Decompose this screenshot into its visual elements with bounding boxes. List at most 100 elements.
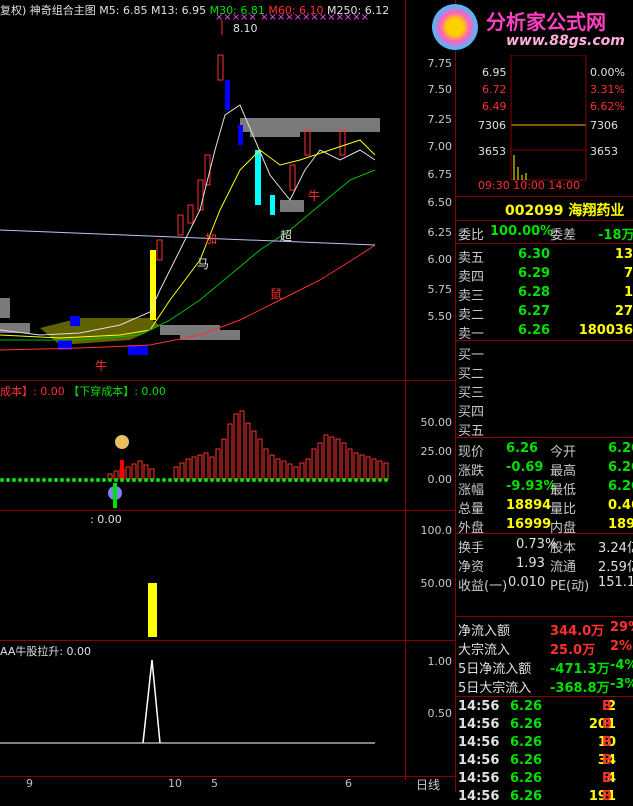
ask-row[interactable]: 卖五 6.30 13 [458,245,633,266]
stock-name: 海翔药业 [568,203,625,219]
bid-row[interactable]: 买一 [458,342,633,363]
ask-row[interactable]: 卖一 6.26 180036 [458,321,633,342]
baseline-dot [354,478,358,482]
baseline-dot [306,478,310,482]
p2-tick: 50.00 [420,416,453,429]
baseline-dot [162,478,166,482]
baseline-dot [84,478,88,482]
fund-row: 换手 0.73% 股本 3.24亿 [458,535,633,556]
volume-bar [125,466,131,480]
p3-tick: 100.0 [420,524,453,537]
sep [456,437,633,438]
volume-bar [335,438,341,480]
volume-bar [143,464,149,480]
baseline-dot [312,478,316,482]
flow-row: 净流入额 344.0万 29% [458,618,633,639]
trade-row[interactable]: 14:56 6.26 4 B [458,770,633,788]
baseline-dot [114,478,118,482]
trade-price: 6.26 [510,789,543,804]
x-tick: 9 [26,777,33,790]
panel4-canvas[interactable] [0,655,405,775]
ask-volume: 7 [623,266,633,281]
trade-price: 6.26 [510,753,543,768]
baseline-dot [234,478,238,482]
bid-row[interactable]: 买二 [458,361,633,382]
marker-super: 超 [280,228,292,243]
stock-header[interactable]: 002099 海翔药业 [505,200,624,220]
baseline-dot [60,478,64,482]
baseline-dot [108,478,112,482]
volume-bar [311,448,317,480]
trade-row[interactable]: 14:56 6.26 34 B [458,752,633,770]
ask-row[interactable]: 卖三 6.28 1 [458,283,633,304]
ask-volume: 180036 [578,323,633,338]
volume-bar [179,462,185,480]
y-tick: 6.00 [427,253,453,266]
baseline-dot [132,478,136,482]
x-tick: 6 [345,777,352,790]
bid-row[interactable]: 买五 [458,418,633,439]
ask-row[interactable]: 卖二 6.27 27 [458,302,633,323]
bid-row[interactable]: 买三 [458,380,633,401]
order-ratio-row: 委比 100.00% 委差 -18万 [458,222,633,243]
bid-row[interactable]: 买四 [458,399,633,420]
sep [456,696,633,697]
sep [456,533,633,534]
flow-pct: -4% [610,658,633,673]
trade-row[interactable]: 14:56 6.26 201 B [458,716,633,734]
volume-bar [137,460,143,480]
baseline-dot [348,478,352,482]
baseline-dot [216,478,220,482]
volume-bar [185,458,191,480]
volume-bar [227,423,233,480]
blue-block [128,345,148,355]
period-button[interactable]: 日线 [416,776,440,793]
trade-side: B [602,699,612,714]
volume-bar [209,456,215,480]
sep [456,196,633,197]
fund-value: 151.1 [598,575,633,590]
trade-price: 6.26 [510,717,543,732]
p2-tick: 0.00 [427,473,453,486]
volume-bars [107,410,389,480]
flow-label: 5日大宗流入 [458,681,532,696]
ask-row[interactable]: 卖四 6.29 7 [458,264,633,285]
mini-vol-1: 7306 [478,119,506,132]
diff-value: -18万 [598,228,633,243]
volume-bar [197,454,203,480]
baseline-dot [318,478,322,482]
ask-volume: 1 [623,285,633,300]
volume-bar [371,458,377,480]
trade-side: B [602,789,612,804]
baseline-dot [342,478,346,482]
ask-price: 6.27 [518,304,551,319]
sep [456,220,633,221]
baseline-dot [54,478,58,482]
baseline-dot [24,478,28,482]
volume-bar [275,458,281,480]
trade-row[interactable]: 14:56 6.26 191 B [458,788,633,806]
panel2-canvas[interactable] [0,395,405,510]
trade-row[interactable]: 14:56 6.26 10 B [458,734,633,752]
panel3-canvas[interactable] [0,525,405,640]
y-tick: 5.50 [427,310,453,323]
baseline-dot [282,478,286,482]
volume-bar [263,448,269,480]
fund-row: 净资 1.93 流通 2.59亿 [458,554,633,575]
baseline-dot [174,478,178,482]
baseline-dot [204,478,208,482]
baseline-dot [240,478,244,482]
quote-row: 外盘 16999 内盘 1895 [458,515,633,536]
quote-row: 涨幅 -9.93% 最低 6.26 [458,477,633,498]
flower-logo-icon [432,4,478,50]
trade-time: 14:56 [458,699,500,714]
baseline-dot [186,478,190,482]
spike-line [142,659,161,744]
quote-row: 现价 6.26 今开 6.26 [458,439,633,460]
baseline-dot [360,478,364,482]
sep [456,340,633,341]
trade-row[interactable]: 14:56 6.26 2 B [458,698,633,716]
y-tick: 6.50 [427,196,453,209]
quote-row: 涨跌 -0.69 最高 6.26 [458,458,633,479]
quote-value: 1895 [608,517,633,532]
